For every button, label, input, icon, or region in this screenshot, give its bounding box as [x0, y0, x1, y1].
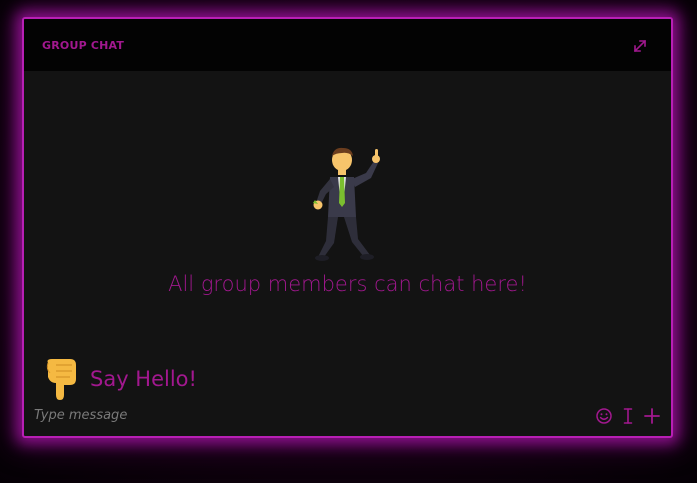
- pointing-down-hand-icon: [46, 359, 76, 400]
- chat-title: GROUP CHAT: [42, 39, 125, 52]
- format-button[interactable]: [619, 406, 637, 426]
- empty-state: [24, 147, 671, 268]
- expand-icon: [633, 39, 647, 53]
- empty-state-message: All group members can chat here!: [168, 272, 527, 296]
- plus-icon: [644, 408, 660, 424]
- dancing-man-icon: [312, 147, 380, 261]
- message-input[interactable]: [34, 402, 574, 428]
- chat-window: GROUP CHAT All group members can chat he…: [22, 17, 673, 438]
- attach-button[interactable]: [643, 406, 661, 426]
- text-cursor-icon: [623, 408, 633, 424]
- emoji-button[interactable]: [595, 406, 613, 426]
- chat-header: GROUP CHAT: [24, 19, 671, 71]
- say-hello-hint: Say Hello!: [90, 367, 197, 391]
- composer-actions: [595, 406, 661, 426]
- message-composer: [24, 396, 671, 436]
- expand-button[interactable]: [631, 37, 649, 55]
- smiley-icon: [596, 408, 612, 424]
